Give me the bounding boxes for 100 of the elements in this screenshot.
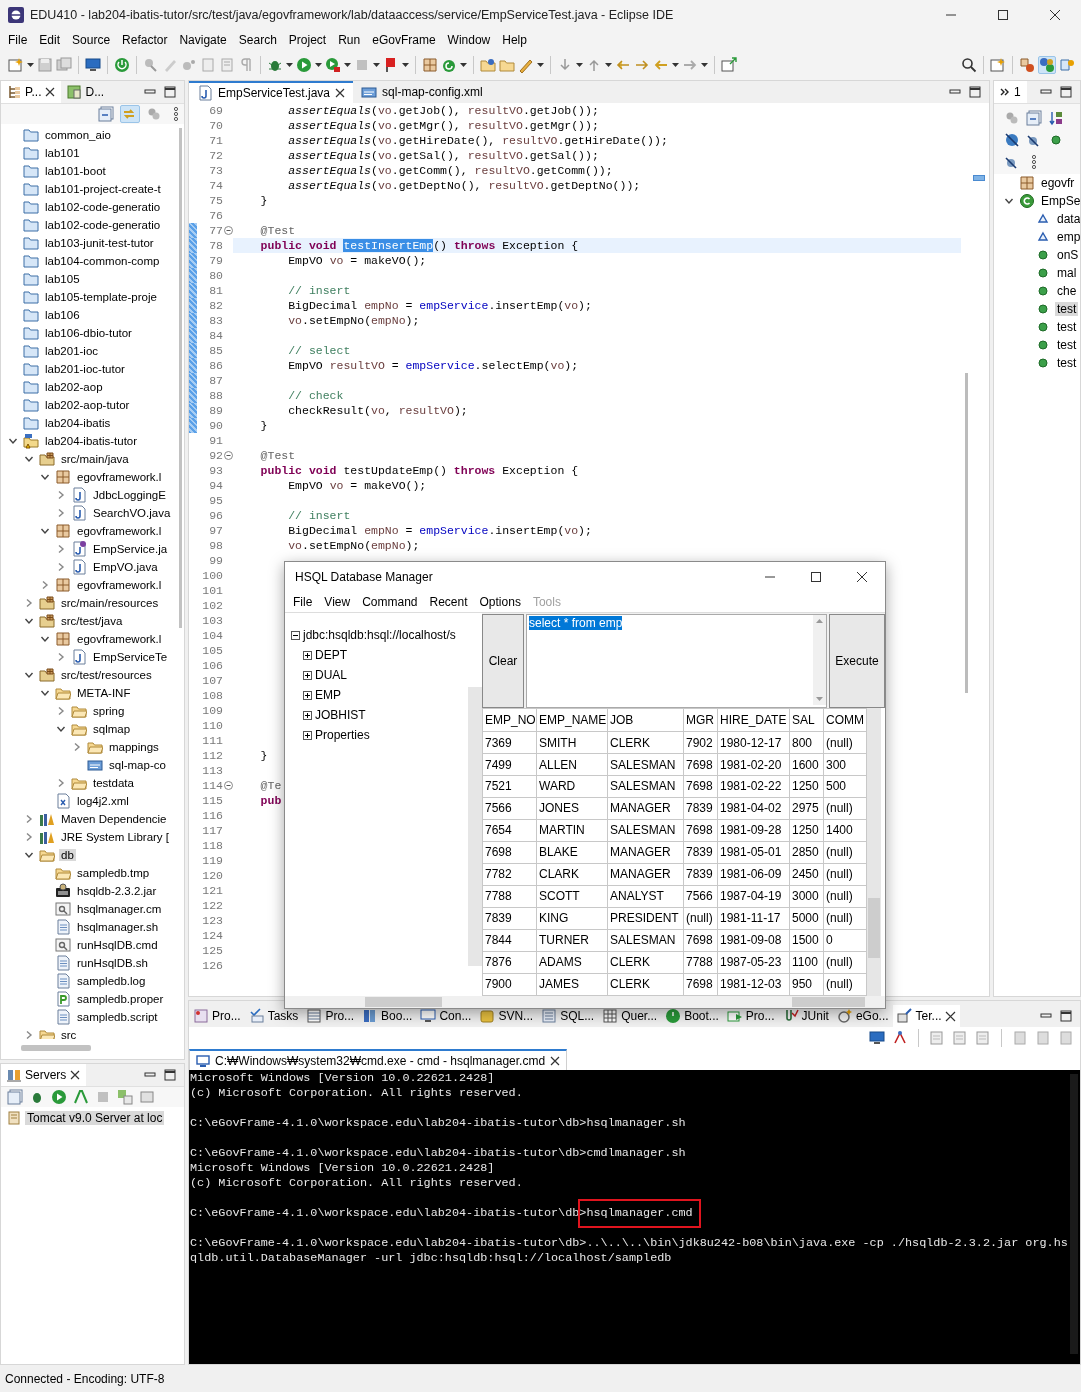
- maximize-icon[interactable]: [1060, 86, 1072, 98]
- tree-item[interactable]: META-INF: [75, 687, 133, 699]
- fold-icon[interactable]: [223, 451, 233, 460]
- close-icon[interactable]: [550, 1055, 561, 1066]
- scrollbar-thumb[interactable]: [21, 1045, 91, 1051]
- tree-item[interactable]: mal: [1055, 266, 1079, 280]
- menu-item[interactable]: Options: [473, 595, 527, 609]
- publish-icon[interactable]: [117, 1089, 133, 1105]
- tree-item[interactable]: data: [1055, 212, 1080, 226]
- perspective-icon[interactable]: [1059, 57, 1075, 73]
- close-icon[interactable]: [70, 1070, 81, 1080]
- view-tab[interactable]: 1: [994, 81, 1027, 103]
- scrollbar-thumb[interactable]: [868, 898, 880, 958]
- tree-item[interactable]: EmpVO.java: [91, 561, 160, 573]
- tree-item[interactable]: sql-map-co: [107, 759, 168, 771]
- expand-icon[interactable]: [303, 650, 312, 660]
- expand-icon[interactable]: [303, 670, 312, 680]
- tree-item[interactable]: hsqlmanager.cm: [75, 903, 164, 915]
- tree-item[interactable]: lab102-code-generatio: [43, 219, 163, 231]
- tree-item[interactable]: SearchVO.java: [91, 507, 173, 519]
- tree-item[interactable]: lab105-template-proje: [43, 291, 159, 303]
- caret-icon[interactable]: [537, 63, 544, 67]
- run-icon[interactable]: [296, 57, 312, 73]
- tree-item[interactable]: test: [1055, 320, 1079, 334]
- tree-item[interactable]: EmpService.ja: [91, 543, 170, 555]
- expand-icon[interactable]: [303, 710, 312, 720]
- tree-item[interactable]: lab102-code-generatio: [43, 201, 163, 213]
- caret-icon[interactable]: [27, 63, 34, 67]
- tree-item[interactable]: lab201-ioc: [43, 345, 101, 357]
- chevron-icon[interactable]: [24, 616, 34, 626]
- chevron-icon[interactable]: [8, 436, 18, 446]
- tree-item[interactable]: src/test/resources: [59, 669, 154, 681]
- menu-item[interactable]: Window: [441, 33, 497, 47]
- tree-item[interactable]: lab202-aop-tutor: [43, 399, 132, 411]
- tree-item[interactable]: log4j2.xml: [75, 795, 131, 807]
- column-header[interactable]: HIRE_DATE: [717, 708, 790, 732]
- chevron-icon[interactable]: [56, 724, 66, 734]
- close-icon[interactable]: [335, 88, 346, 98]
- column-header[interactable]: SAL: [789, 708, 824, 732]
- profile-icon[interactable]: [73, 1089, 89, 1105]
- power-icon[interactable]: [114, 57, 130, 73]
- tree-item[interactable]: hsqlmanager.sh: [75, 921, 161, 933]
- maximize-icon[interactable]: [164, 1069, 176, 1081]
- column-header[interactable]: COMM: [823, 708, 867, 732]
- panel-tab[interactable]: Boot...: [661, 1005, 723, 1027]
- fold-icon[interactable]: [223, 781, 233, 790]
- menu-item[interactable]: eGovFrame: [366, 33, 442, 47]
- run-icon[interactable]: [51, 1089, 67, 1105]
- column-header[interactable]: EMP_NO: [482, 708, 537, 732]
- tree-item[interactable]: mappings: [107, 741, 161, 753]
- scrollbar[interactable]: [468, 687, 482, 966]
- tree-item[interactable]: Maven Dependencie: [59, 813, 169, 825]
- tree-item[interactable]: lab106: [43, 309, 82, 321]
- maximize-icon[interactable]: [997, 9, 1009, 21]
- close-icon[interactable]: [45, 87, 56, 97]
- run-icon[interactable]: [325, 57, 341, 73]
- menu-item[interactable]: File: [2, 33, 34, 47]
- tree-item[interactable]: runHsqlDB.cmd: [75, 939, 160, 951]
- tree-item[interactable]: egovfr: [1039, 176, 1077, 190]
- collapse-icon[interactable]: [291, 630, 300, 640]
- menu-item[interactable]: Help: [496, 33, 533, 47]
- panel-tab[interactable]: SVN...: [475, 1005, 538, 1027]
- chevron-icon[interactable]: [40, 688, 50, 698]
- scrollbar-thumb[interactable]: [365, 997, 442, 1007]
- tree-item[interactable]: sampledb.proper: [75, 993, 166, 1005]
- caret-icon[interactable]: [373, 63, 380, 67]
- minimize-icon[interactable]: [1040, 87, 1052, 97]
- tree-item[interactable]: hsqldb-2.3.2.jar: [75, 885, 159, 897]
- tree-item[interactable]: Properties: [315, 728, 370, 742]
- tree-item[interactable]: src: [59, 1029, 79, 1039]
- network-icon[interactable]: [892, 1030, 908, 1046]
- tree-item[interactable]: runHsqlDB.sh: [75, 957, 150, 969]
- tree-item[interactable]: sampledb.log: [75, 975, 148, 987]
- execute-button[interactable]: Execute: [829, 614, 885, 708]
- menu-item[interactable]: Search: [232, 33, 283, 47]
- monitor-icon[interactable]: [869, 1030, 885, 1046]
- maximize-icon[interactable]: [969, 86, 981, 98]
- chevron-icon[interactable]: [24, 670, 34, 680]
- tree-item[interactable]: lab204-ibatis-tutor: [43, 435, 140, 447]
- panel-tab[interactable]: Pro...: [302, 1005, 359, 1027]
- menu-item[interactable]: View: [318, 595, 357, 609]
- collapse-all-icon[interactable]: [98, 106, 114, 122]
- caret-icon[interactable]: [576, 63, 583, 67]
- terminal[interactable]: [189, 1070, 1080, 1364]
- search-icon[interactable]: [961, 57, 977, 73]
- editor-tab[interactable]: EmpServiceTest.java: [189, 81, 354, 103]
- column-header[interactable]: EMP_NAME: [536, 708, 608, 732]
- tree-item[interactable]: jdbc:hsqldb:hsql://localhost/s: [303, 628, 456, 642]
- panel-tab[interactable]: eGo...: [832, 1005, 893, 1027]
- close-icon[interactable]: [856, 571, 868, 583]
- caret-icon[interactable]: [402, 63, 409, 67]
- clear-button[interactable]: Clear: [482, 614, 524, 708]
- panel-tab[interactable]: JUnit: [778, 1005, 833, 1027]
- folder-icon[interactable]: [480, 57, 496, 73]
- tree-item[interactable]: egovframework.l: [75, 525, 164, 537]
- refresh-icon[interactable]: [441, 57, 457, 73]
- tree-item[interactable]: EmpServiceTe: [91, 651, 170, 663]
- sort-icon[interactable]: [1048, 110, 1064, 126]
- caret-icon[interactable]: [315, 63, 322, 67]
- perspective-icon[interactable]: [990, 57, 1006, 73]
